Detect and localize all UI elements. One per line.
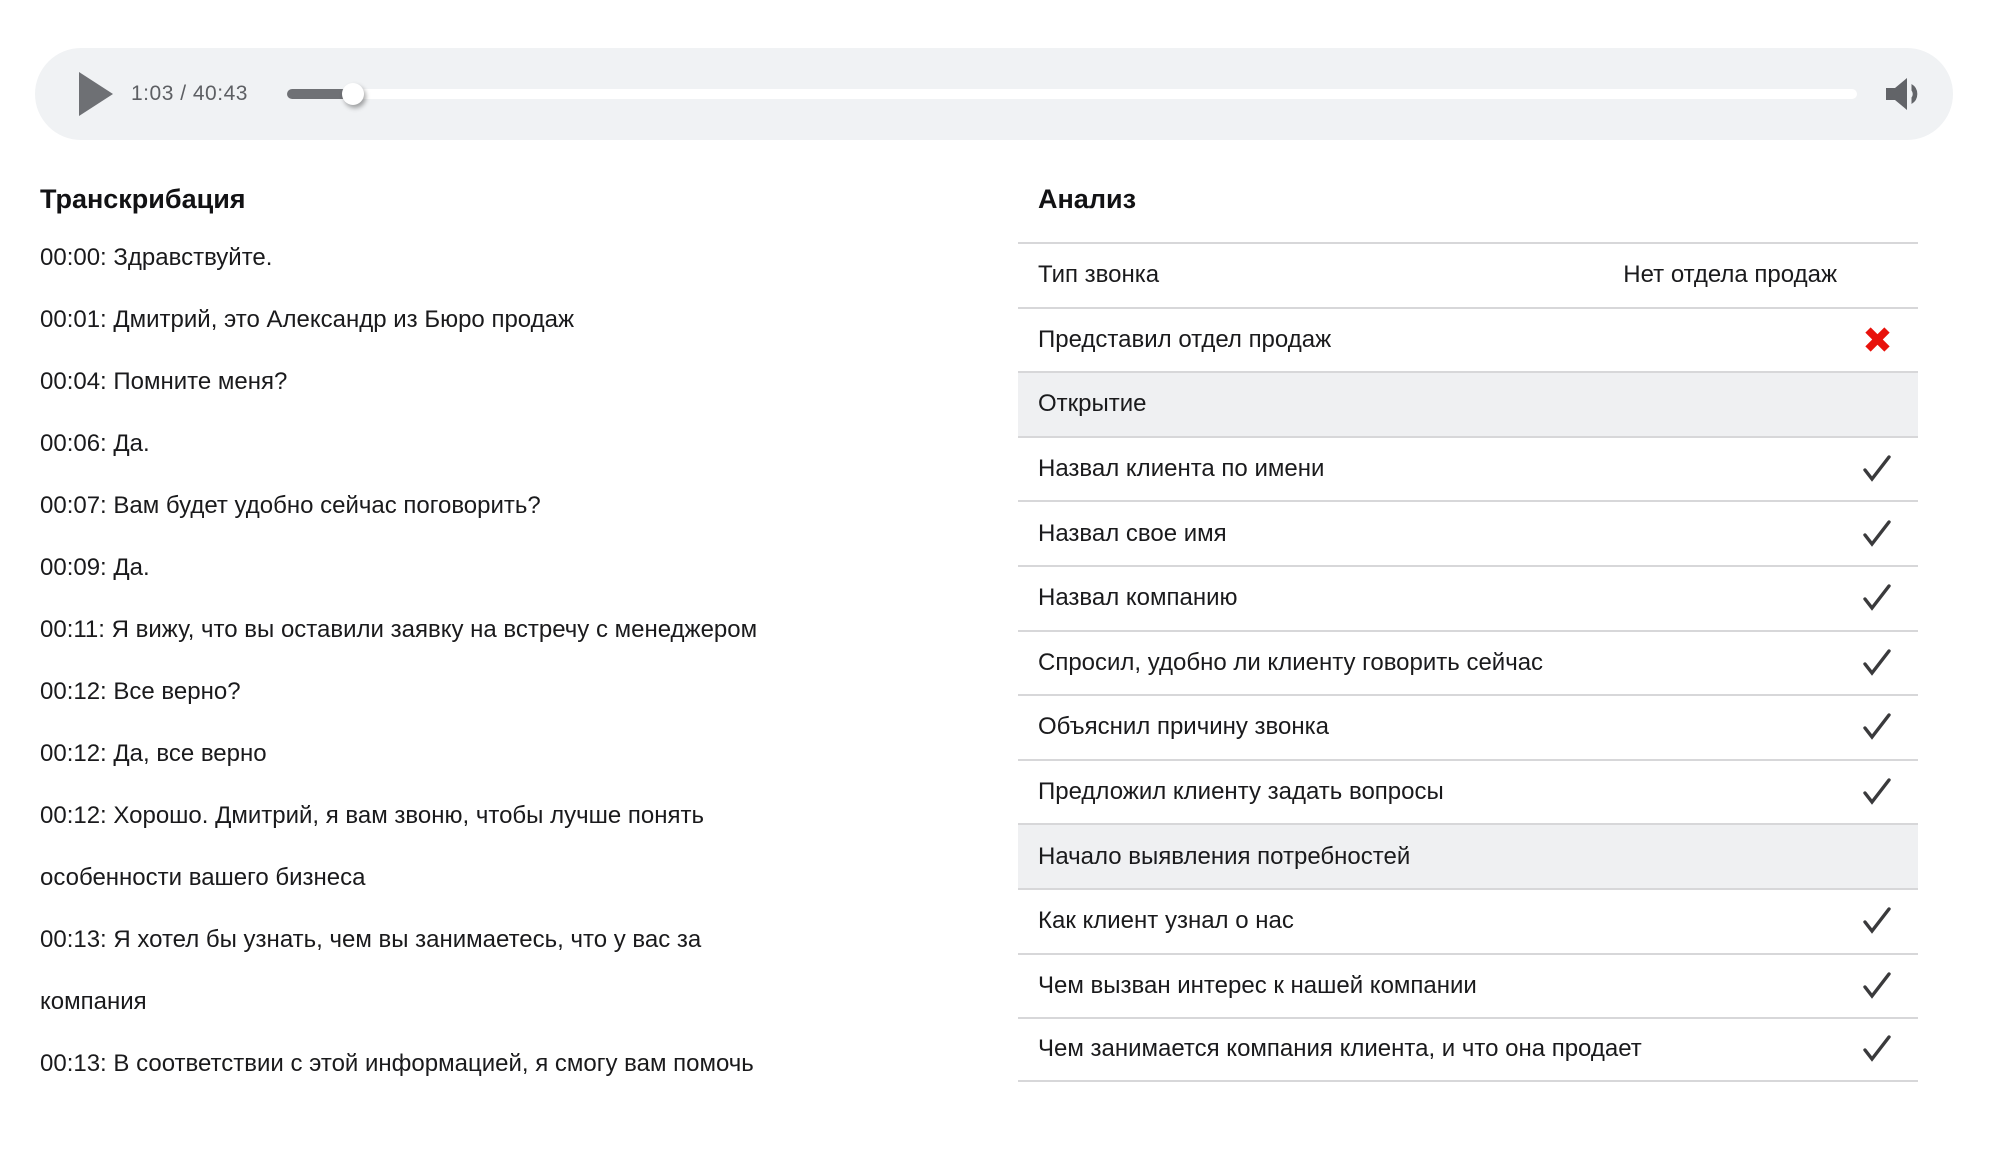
transcript-entry: 00:12: Да, все верно (40, 740, 267, 767)
analysis-title: Анализ (1038, 184, 1136, 214)
analysis-row: Назвал клиента по имени (1018, 435, 1918, 501)
check-icon (1863, 455, 1891, 482)
check-icon (1863, 713, 1891, 741)
analysis-row: Назвал компанию (1018, 564, 1918, 630)
analysis-row: Чем занимается компания клиента, и что о… (1018, 1017, 1918, 1082)
transcript-entry: 00:07: Вам будет удобно сейчас поговорит… (40, 492, 541, 519)
speaker-icon (1886, 78, 1918, 110)
criterion-label: Назвал свое имя (1038, 519, 1227, 547)
status-check (1858, 902, 1896, 940)
status-cross (1858, 321, 1896, 359)
seek-bar[interactable] (287, 83, 1857, 105)
analysis-section-row: Начало выявления потребностей (1018, 823, 1918, 888)
criterion-label: Объяснил причину звонка (1038, 713, 1329, 741)
transcript-list: 00:00: Здравствуйте. 00:01: Дмитрий, это … (40, 227, 960, 1095)
check-icon (1863, 649, 1891, 676)
check-icon (1863, 1035, 1891, 1063)
play-button[interactable] (78, 72, 114, 116)
analysis-row: Как клиент узнал о нас (1018, 887, 1918, 953)
transcript-entry: 00:09: Да. (40, 554, 150, 581)
check-icon (1863, 519, 1891, 547)
time-display: 1:03 / 40:43 (131, 82, 248, 105)
transcript-entry: 00:11: Я вижу, что вы оставили заявку на… (40, 616, 758, 643)
transcript-title: Транскрибация (40, 184, 246, 214)
analysis-row: Представил отдел продаж (1018, 306, 1918, 372)
audio-player: 1:03 / 40:43 (35, 48, 1953, 140)
criterion-label: Назвал компанию (1038, 584, 1238, 612)
analysis-row: Объяснил причину звонка (1018, 694, 1918, 759)
transcript-entry: 00:13: Я хотел бы узнать, чем вы занимае… (40, 926, 702, 1015)
analysis-row: Спросил, удобно ли клиенту говорить сейч… (1018, 629, 1918, 695)
section-label: Открытие (1038, 390, 1147, 418)
check-icon (1863, 907, 1891, 935)
criterion-label: Спросил, удобно ли клиенту говорить сейч… (1038, 648, 1544, 676)
analysis-table: Тип звонка Нет отдела продаж Представил от… (1018, 242, 1918, 1082)
criterion-label: Чем занимается компания клиента, и что о… (1038, 1035, 1642, 1063)
transcript-entry: 00:12: Все верно? (40, 678, 241, 705)
status-check (1858, 967, 1896, 1005)
status-check (1858, 773, 1896, 811)
status-check (1858, 450, 1896, 488)
transcript-entry: 00:04: Помните меня? (40, 368, 288, 395)
criterion-label: Тип звонка (1038, 261, 1160, 289)
status-check (1858, 708, 1896, 746)
volume-button[interactable] (1884, 76, 1921, 112)
section-label: Начало выявления потребностей (1038, 842, 1411, 870)
criterion-value: Нет отдела продаж (1623, 261, 1837, 289)
seek-bar-thumb[interactable] (342, 83, 364, 105)
play-icon (79, 72, 113, 116)
check-icon (1863, 778, 1891, 805)
transcript-entry: 00:12: Хорошо. Дмитрий, я вам звоню, что… (40, 802, 704, 891)
status-check (1858, 644, 1896, 682)
analysis-row: Тип звонка Нет отдела продаж (1018, 242, 1918, 307)
criterion-label: Как клиент узнал о нас (1038, 907, 1294, 935)
analysis-row: Чем вызван интерес к нашей компании (1018, 952, 1918, 1018)
check-icon (1863, 584, 1891, 612)
analysis-row: Назвал свое имя (1018, 500, 1918, 565)
transcript-entry: 00:13: В соответствии с этой информацией… (40, 1050, 754, 1077)
status-check (1858, 579, 1896, 617)
analysis-section-row: Открытие (1018, 371, 1918, 436)
transcript-entry: 00:06: Да. (40, 430, 150, 457)
cross-icon (1864, 327, 1890, 353)
criterion-label: Чем вызван интерес к нашей компании (1038, 971, 1477, 999)
status-check (1858, 515, 1896, 553)
status-check (1858, 1030, 1896, 1068)
criterion-label: Назвал клиента по имени (1038, 455, 1325, 483)
criterion-label: Представил отдел продаж (1038, 325, 1332, 353)
analysis-row: Предложил клиенту задать вопросы (1018, 758, 1918, 824)
criterion-label: Предложил клиенту задать вопросы (1038, 778, 1444, 806)
transcript-entry: 00:01: Дмитрий, это Александр из Бюро пр… (40, 306, 575, 333)
check-icon (1863, 972, 1891, 999)
transcript-entry: 00:00: Здравствуйте. (40, 244, 273, 271)
